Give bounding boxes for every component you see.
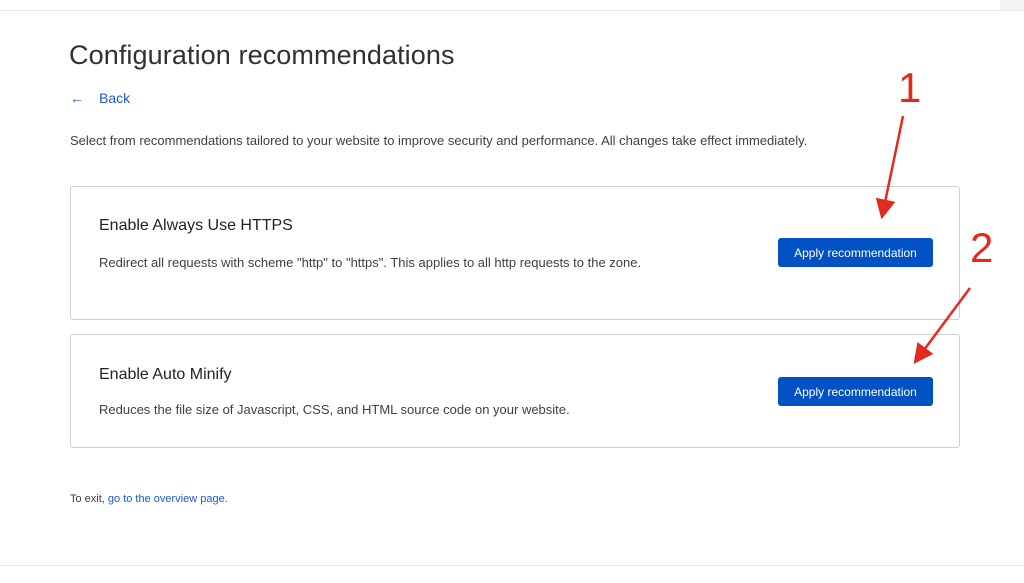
page-title: Configuration recommendations (69, 40, 455, 70)
annotation-number-2: 2 (970, 224, 993, 271)
back-link[interactable]: ← Back (70, 90, 130, 106)
intro-text: Select from recommendations tailored to … (70, 133, 808, 148)
exit-suffix: . (224, 493, 228, 505)
top-divider (0, 10, 1024, 11)
overview-page-link[interactable]: go to the overview page (108, 493, 225, 505)
recommendation-card-https: Enable Always Use HTTPS Redirect all req… (70, 186, 960, 320)
exit-text: To exit, go to the overview page. (70, 493, 228, 505)
back-label: Back (99, 90, 131, 106)
recommendation-title: Enable Always Use HTTPS (99, 217, 293, 234)
recommendation-title: Enable Auto Minify (99, 366, 232, 383)
bottom-divider (0, 565, 1024, 566)
recommendation-description: Redirect all requests with scheme "http"… (99, 255, 642, 270)
top-corner-shade (1000, 0, 1024, 10)
recommendation-description: Reduces the file size of Javascript, CSS… (99, 402, 570, 417)
apply-recommendation-button-https[interactable]: Apply recommendation (778, 238, 933, 267)
arrow-left-icon: ← (70, 90, 84, 106)
configuration-recommendations-page: Configuration recommendations ← Back Sel… (0, 0, 1024, 583)
exit-prefix: To exit, (70, 493, 108, 505)
apply-recommendation-button-auto-minify[interactable]: Apply recommendation (778, 377, 933, 406)
annotation-number-1: 1 (898, 64, 921, 111)
recommendation-card-auto-minify: Enable Auto Minify Reduces the file size… (70, 334, 960, 448)
